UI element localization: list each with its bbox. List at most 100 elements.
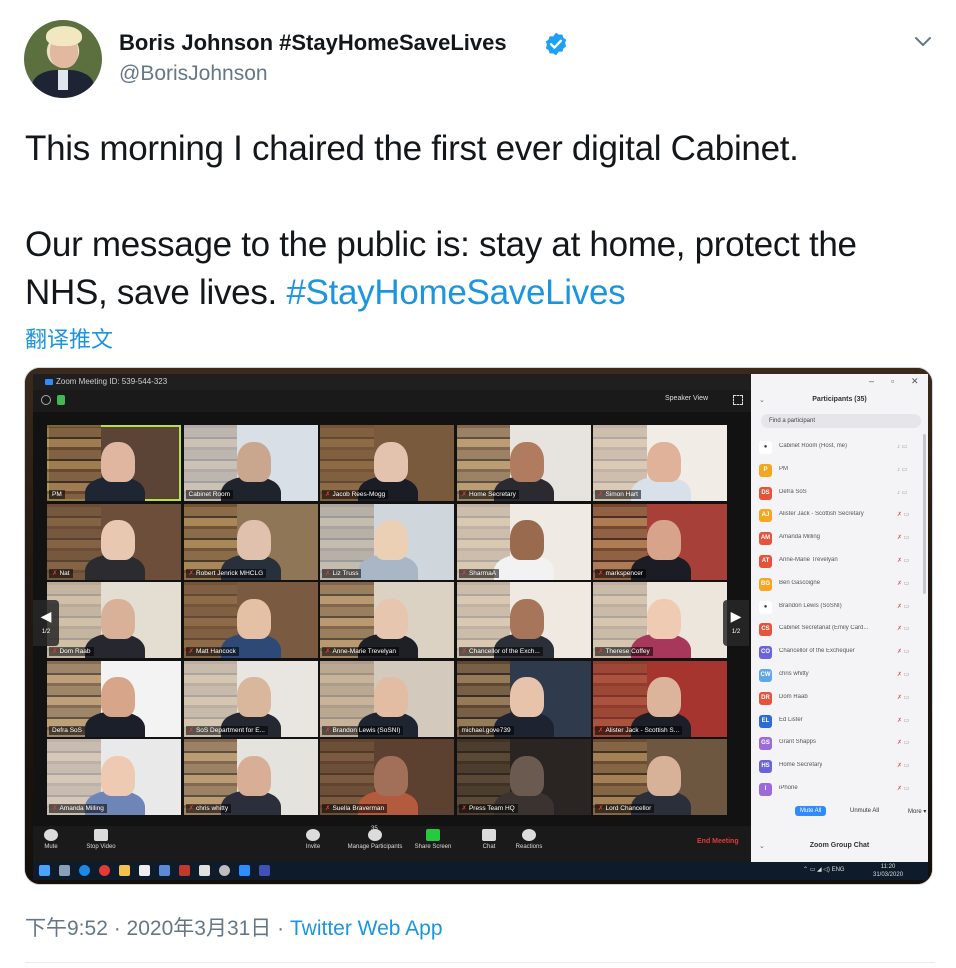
muted-mic-icon[interactable]: ✗ ▭ xyxy=(897,648,909,655)
participant-row[interactable]: CO Chancellor of the Exchequer ✗ ▭ xyxy=(751,641,928,664)
find-participant-input[interactable]: Find a participant xyxy=(761,414,921,428)
participant-row[interactable]: EL Ed Lister ✗ ▭ xyxy=(751,710,928,733)
maximize-icon[interactable]: ▫ xyxy=(891,376,894,386)
task-view-icon[interactable] xyxy=(59,865,70,876)
participant-row[interactable]: GS Grant Shapps ✗ ▭ xyxy=(751,732,928,755)
avatar[interactable] xyxy=(24,20,102,98)
video-tile[interactable]: ✗ Therese Coffey xyxy=(593,582,727,658)
video-tile[interactable]: Cabinet Room xyxy=(183,425,318,501)
author-handle[interactable]: @BorisJohnson xyxy=(119,62,268,86)
video-tile[interactable]: ✗ chris whitty xyxy=(183,739,318,815)
muted-mic-icon[interactable]: ✗ ▭ xyxy=(897,511,909,518)
author-display-name[interactable]: Boris Johnson #StayHomeSaveLives xyxy=(119,30,507,56)
video-tile[interactable]: ✗ Robert Jenrick MHCLG xyxy=(183,503,318,580)
video-tile[interactable]: ✗ Press Team HQ xyxy=(456,739,591,815)
mic-icon[interactable]: ♪ ▭ xyxy=(897,443,907,450)
participant-row[interactable]: P PM ♪ ▭ xyxy=(751,459,928,482)
taskbar-clock[interactable]: 11:20 31/03/2020 xyxy=(873,863,903,879)
participant-row[interactable]: ● Brandon Lewis (SoSNI) ✗ ▭ xyxy=(751,596,928,619)
mail-icon[interactable] xyxy=(159,865,170,876)
video-tile[interactable]: ✗ Lord Chancellor xyxy=(593,739,727,815)
video-tile[interactable]: ✗ Dom Raab xyxy=(47,582,181,658)
video-tile[interactable]: ✗ Chancellor of the Exch... xyxy=(456,582,591,658)
participant-row[interactable]: IiPhone ✗ ▭ xyxy=(751,778,928,801)
participant-row[interactable]: CW chris whitty ✗ ▭ xyxy=(751,664,928,687)
video-tile[interactable]: ✗ SoS Department for E... xyxy=(183,660,318,737)
tweet-photo[interactable]: Zoom Meeting ID: 539-544-323 Speaker Vie… xyxy=(24,367,933,885)
participant-row[interactable]: ● Cabinet Room (Host, me) ♪ ▭ xyxy=(751,436,928,459)
tweet-source-link[interactable]: Twitter Web App xyxy=(290,917,443,940)
participant-row[interactable]: DS Defra SoS ♪ ▭ xyxy=(751,482,928,505)
stop-video-button[interactable]: Stop Video xyxy=(71,829,131,850)
language-indicator[interactable]: ENG xyxy=(832,867,845,873)
tweet-date[interactable]: 2020年3月31日 xyxy=(127,917,272,940)
muted-mic-icon[interactable]: ✗ ▭ xyxy=(897,671,909,678)
participant-row[interactable]: AJ Alister Jack - Scottish Secretary ✗ ▭ xyxy=(751,504,928,527)
video-tile[interactable]: ✗ Brandon Lewis (SoSNI) xyxy=(320,660,454,737)
zoom-taskbar-icon[interactable] xyxy=(239,865,250,876)
chrome-icon[interactable] xyxy=(99,865,110,876)
next-page-button[interactable]: ▶ 1/2 xyxy=(723,600,749,646)
video-tile[interactable]: ✗ SharmaA xyxy=(456,503,591,580)
office-icon[interactable] xyxy=(179,865,190,876)
video-tile[interactable]: ✗ markspencer xyxy=(593,503,727,580)
fullscreen-icon[interactable] xyxy=(733,395,743,405)
participant-row[interactable]: CS Cabinet Secretariat (Emily Card... ✗ ▭ xyxy=(751,618,928,641)
participant-row[interactable]: HS Home Secretary ✗ ▭ xyxy=(751,755,928,778)
participant-row[interactable]: AT Anne-Marie Trevelyan ✗ ▭ xyxy=(751,550,928,573)
muted-mic-icon[interactable]: ✗ ▭ xyxy=(897,717,909,724)
speaker-view-button[interactable]: Speaker View xyxy=(665,395,708,402)
photos-icon[interactable] xyxy=(199,865,210,876)
video-tile[interactable]: ✗ Matt Hancock xyxy=(183,582,318,658)
chevron-down-icon[interactable] xyxy=(910,30,936,52)
muted-mic-icon[interactable]: ✗ ▭ xyxy=(897,739,909,746)
reactions-button[interactable]: Reactions xyxy=(499,829,559,850)
muted-mic-icon[interactable]: ✗ ▭ xyxy=(897,694,909,701)
settings-icon[interactable] xyxy=(219,865,230,876)
end-meeting-button[interactable]: End Meeting xyxy=(697,838,739,845)
muted-mic-icon[interactable]: ✗ ▭ xyxy=(897,603,909,610)
video-tile[interactable]: ✗ Suella Braverman xyxy=(320,739,454,815)
video-tile[interactable]: ✗ Liz Truss xyxy=(320,503,454,580)
minimize-icon[interactable]: – xyxy=(869,376,874,386)
participant-row[interactable]: AM Amanda Milling ✗ ▭ xyxy=(751,527,928,550)
edge-icon[interactable] xyxy=(79,865,90,876)
file-explorer-icon[interactable] xyxy=(119,865,130,876)
muted-mic-icon[interactable]: ✗ ▭ xyxy=(897,557,909,564)
video-tile[interactable]: ✗ Alister Jack - Scottish S... xyxy=(593,660,727,737)
mic-icon[interactable]: ♪ ▭ xyxy=(897,489,907,496)
previous-page-button[interactable]: ◀ 1/2 xyxy=(33,600,59,646)
participant-row[interactable]: DR Dom Raab ✗ ▭ xyxy=(751,687,928,710)
muted-mic-icon[interactable]: ✗ ▭ xyxy=(897,625,909,632)
translate-tweet-link[interactable]: 翻译推文 xyxy=(25,322,113,354)
windows-start-icon[interactable] xyxy=(39,865,50,876)
close-icon[interactable]: ✕ xyxy=(911,376,919,387)
video-tile[interactable]: michael.gove739 xyxy=(456,660,591,737)
participant-row[interactable]: BG Ben Gascoigne ✗ ▭ xyxy=(751,573,928,596)
outlook-icon[interactable] xyxy=(259,865,270,876)
video-tile[interactable]: ✗ Anne-Marie Trevelyan xyxy=(320,582,454,658)
video-tile[interactable]: Defra SoS xyxy=(47,660,181,737)
video-tile[interactable]: ✗ Nat xyxy=(47,503,181,580)
more-button[interactable]: More ▾ xyxy=(903,806,931,817)
mic-icon[interactable]: ♪ ▭ xyxy=(897,466,907,473)
tweet-time[interactable]: 下午9:52 xyxy=(25,917,108,940)
hashtag-link[interactable]: #StayHomeSaveLives xyxy=(286,273,625,312)
unmute-all-button[interactable]: Unmute All xyxy=(845,806,884,816)
invite-button[interactable]: Invite xyxy=(283,829,343,850)
system-tray[interactable]: ⌃ ▭ ◢ ◁) ENG xyxy=(803,866,845,873)
muted-mic-icon[interactable]: ✗ ▭ xyxy=(897,785,909,792)
video-tile[interactable]: ✗ Home Secretary xyxy=(456,425,591,501)
video-tile[interactable]: ✗ Jacob Rees-Mogg xyxy=(320,425,454,501)
muted-mic-icon[interactable]: ✗ ▭ xyxy=(897,762,909,769)
muted-mic-icon[interactable]: ✗ ▭ xyxy=(897,580,909,587)
manage-participants-button[interactable]: Manage Participants xyxy=(338,829,412,850)
muted-mic-icon[interactable]: ✗ ▭ xyxy=(897,534,909,541)
share-screen-button[interactable]: Share Screen xyxy=(403,829,463,850)
participants-scrollbar[interactable] xyxy=(923,434,926,594)
video-tile[interactable]: ✗ Simon Hart xyxy=(593,425,727,501)
video-tile[interactable]: ✗ Amanda Milling xyxy=(47,739,181,815)
store-icon[interactable] xyxy=(139,865,150,876)
info-icon[interactable] xyxy=(41,395,51,405)
video-tile[interactable]: PM xyxy=(47,425,181,501)
